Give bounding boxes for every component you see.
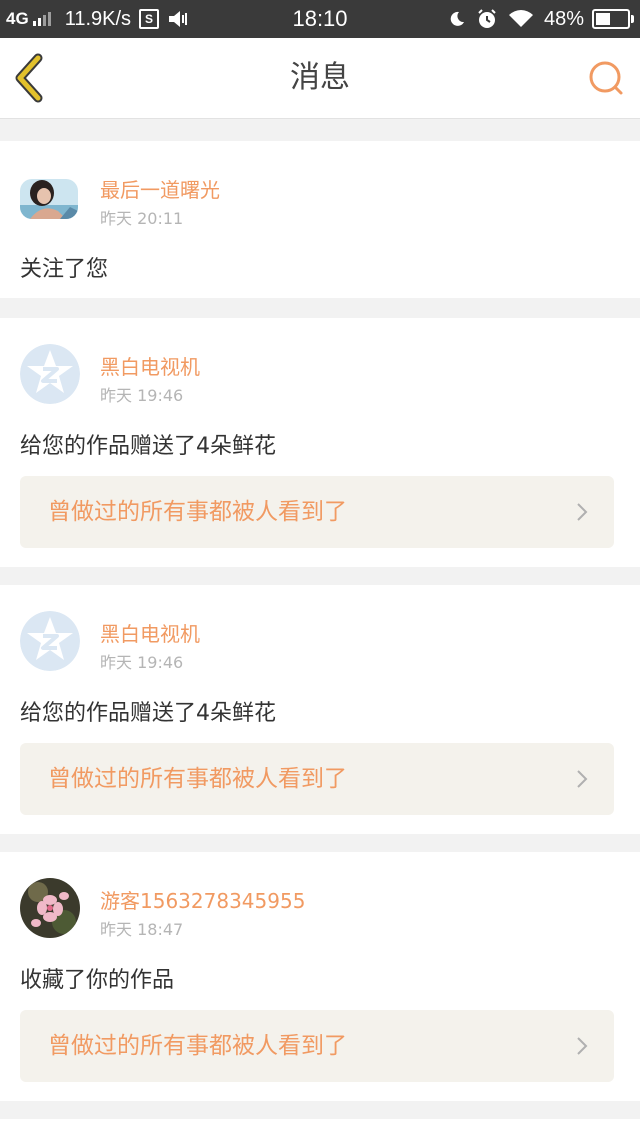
message-item (0, 1119, 640, 1146)
chevron-left-icon (15, 53, 43, 103)
chevron-right-icon (577, 770, 588, 788)
avatar[interactable] (20, 344, 80, 404)
work-link[interactable]: 曾做过的所有事都被人看到了 (20, 1010, 614, 1082)
avatar[interactable] (20, 611, 80, 671)
username[interactable]: 黑白电视机 (100, 351, 200, 380)
timestamp: 昨天 19:46 (100, 653, 184, 672)
timestamp: 昨天 18:47 (100, 920, 184, 939)
search-button[interactable] (586, 58, 626, 98)
battery-icon (592, 9, 634, 29)
user-photo (20, 179, 78, 219)
page-title: 消息 (290, 60, 350, 95)
action-text: 收藏了你的作品 (20, 968, 175, 993)
work-link[interactable]: 曾做过的所有事都被人看到了 (20, 743, 614, 815)
username[interactable]: 最后一道曙光 (100, 174, 220, 203)
search-icon (589, 61, 623, 95)
header: 消息 (0, 38, 640, 119)
message-item: 游客1563278345955 昨天 18:47 收藏了你的作品 曾做过的所有事… (0, 852, 640, 1101)
avatar[interactable] (20, 878, 80, 938)
chevron-right-icon (577, 1037, 588, 1055)
action-text: 关注了您 (20, 257, 109, 282)
username[interactable]: 游客1563278345955 (100, 885, 305, 914)
alarm-icon (478, 9, 496, 28)
avatar[interactable] (20, 179, 78, 219)
chevron-right-icon (577, 503, 588, 521)
back-button[interactable] (8, 52, 52, 104)
battery-percent: 48% (543, 7, 584, 30)
flower-photo (20, 878, 80, 938)
wifi-icon (508, 10, 533, 27)
default-avatar-icon (20, 611, 80, 671)
username[interactable]: 黑白电视机 (100, 618, 200, 647)
message-item: 黑白电视机 昨天 19:46 给您的作品赠送了4朵鲜花 曾做过的所有事都被人看到… (0, 585, 640, 834)
status-bar: 4G 11.9K/s S 18:10 48% (0, 0, 640, 38)
default-avatar-icon (20, 344, 80, 404)
timestamp: 昨天 19:46 (100, 386, 184, 405)
work-link[interactable]: 曾做过的所有事都被人看到了 (20, 476, 614, 548)
action-text: 给您的作品赠送了4朵鲜花 (20, 434, 276, 459)
message-item: 最后一道曙光 昨天 20:11 关注了您 (0, 141, 640, 298)
action-text: 给您的作品赠送了4朵鲜花 (20, 701, 276, 726)
moon-icon (450, 11, 464, 26)
work-title: 曾做过的所有事都被人看到了 (48, 1033, 347, 1059)
timestamp: 昨天 20:11 (100, 209, 184, 228)
work-title: 曾做过的所有事都被人看到了 (48, 499, 347, 525)
work-title: 曾做过的所有事都被人看到了 (48, 766, 347, 792)
message-item: 黑白电视机 昨天 19:46 给您的作品赠送了4朵鲜花 曾做过的所有事都被人看到… (0, 318, 640, 567)
